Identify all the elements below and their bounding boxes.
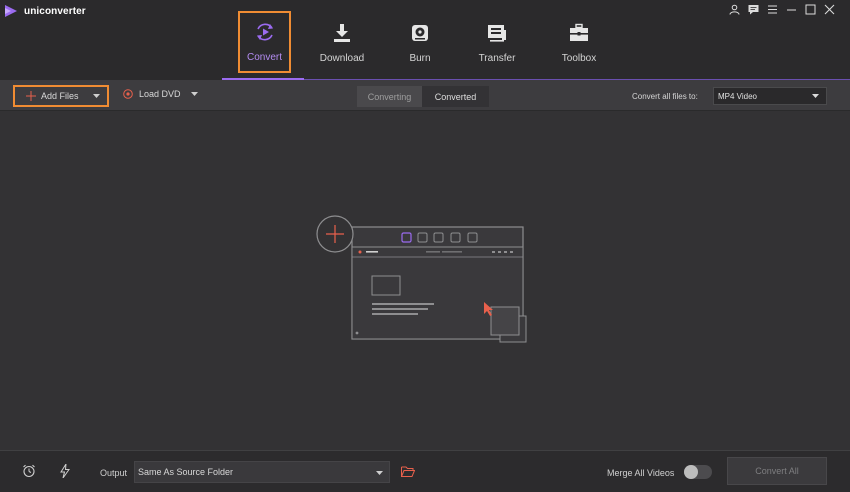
bottom-bar [0,450,850,492]
lightning-icon[interactable] [58,464,72,478]
tab-burn[interactable]: Burn [386,14,454,72]
chevron-down-icon [376,471,383,475]
convert-all-label: Convert all files to: [632,92,698,101]
transfer-icon [488,25,506,42]
add-files-label: Add Files [41,91,79,101]
burn-icon [412,25,428,41]
load-dvd-button[interactable]: Load DVD [123,89,198,99]
tab-burn-label: Burn [409,53,431,64]
toolbox-icon [570,23,588,41]
status-segmented-control: Converting Converted [357,86,489,107]
merge-all-label: Merge All Videos [607,468,675,478]
convert-all-button[interactable]: Convert All [727,457,827,485]
convert-icon [256,23,273,41]
alarm-clock-icon[interactable] [22,464,36,478]
chevron-down-icon[interactable] [92,94,100,98]
download-icon [334,24,350,42]
chat-icon[interactable] [747,3,760,16]
tab-transfer[interactable]: Transfer [463,14,531,72]
chevron-down-icon[interactable] [190,92,198,96]
close-icon[interactable] [823,3,836,16]
tab-toolbox[interactable]: Toolbox [545,14,613,72]
output-folder-select[interactable]: Same As Source Folder [134,461,390,483]
tab-download-label: Download [319,53,365,64]
user-icon[interactable] [728,3,741,16]
tab-transfer-label: Transfer [478,53,516,64]
plus-icon [26,91,36,101]
dvd-icon [123,89,133,99]
add-files-illustration[interactable] [314,212,534,348]
output-label: Output [100,468,128,478]
maximize-icon[interactable] [804,3,817,16]
brand: uniconverter [4,4,86,18]
play-logo-icon [5,5,17,17]
output-folder-value: Same As Source Folder [138,467,234,477]
merge-all-toggle[interactable] [684,465,712,479]
app-title: uniconverter [24,5,86,17]
folder-open-icon[interactable] [401,466,415,477]
window-controls [728,3,836,16]
top-bar: uniconverter Convert Download Burn Trans… [0,0,850,80]
output-format-value: MP4 Video [718,91,757,101]
tab-convert-label: Convert [246,52,282,63]
tab-converting[interactable]: Converting [357,86,422,107]
tab-convert[interactable]: Convert [238,11,291,73]
tab-converted[interactable]: Converted [422,86,489,107]
tab-toolbox-label: Toolbox [561,53,597,64]
minimize-icon[interactable] [785,3,798,16]
tab-download[interactable]: Download [308,14,376,72]
chevron-down-icon [812,94,819,98]
load-dvd-label: Load DVD [139,89,181,99]
output-format-select[interactable]: MP4 Video [713,87,827,105]
menu-icon[interactable] [766,3,779,16]
add-files-button[interactable]: Add Files [13,85,109,107]
toggle-knob [684,465,698,479]
